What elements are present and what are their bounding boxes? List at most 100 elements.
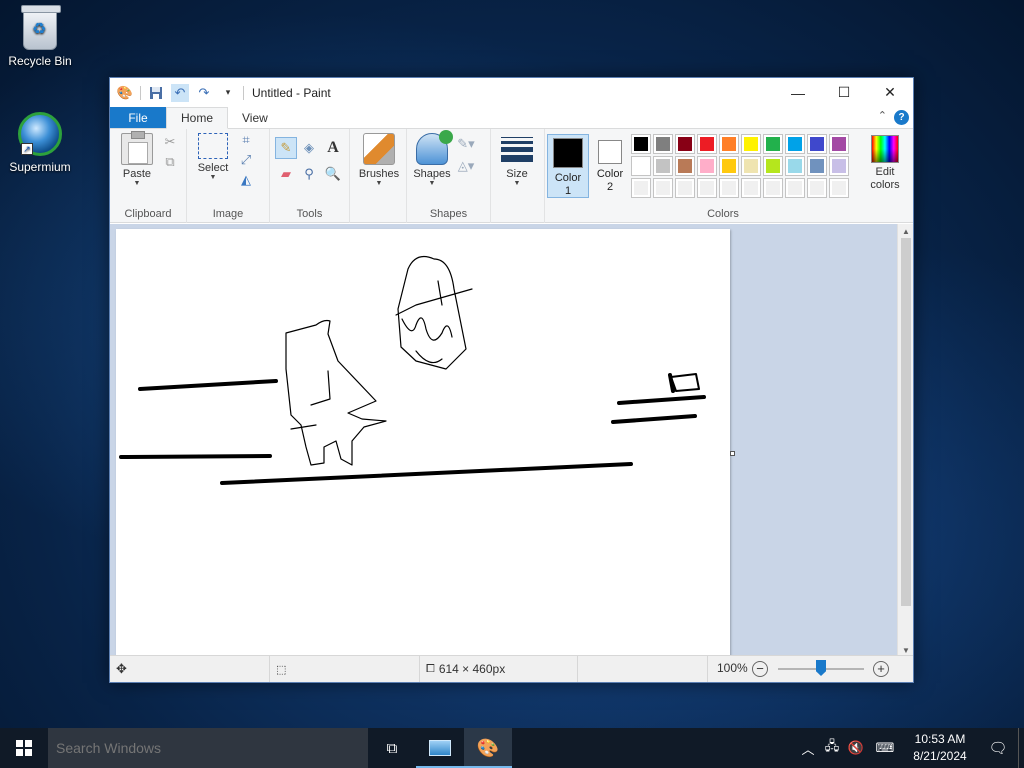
quick-access-toolbar: 🎨 ↶ ↷ ▾ [116, 83, 237, 102]
show-desktop-button[interactable] [1018, 728, 1024, 768]
palette-swatch[interactable] [807, 134, 827, 154]
clock[interactable]: 10:53 AM 8/21/2024 [902, 731, 978, 765]
taskbar-app-paint[interactable]: 🎨 [464, 728, 512, 768]
palette-swatch-empty[interactable] [631, 178, 651, 198]
minimize-button[interactable]: — [775, 78, 821, 107]
taskbar: ⧉ 🎨 ︿ 🖧 🔇 ⌨ 10:53 AM 8/21/2024 🗨 [0, 728, 1024, 768]
start-button[interactable] [0, 728, 48, 768]
desktop-icon-supermium[interactable]: ↗ Supermium [0, 112, 80, 174]
taskbar-app-control-panel[interactable] [416, 728, 464, 768]
brushes-button[interactable]: Brushes ▼ [354, 133, 404, 188]
palette-swatch[interactable] [631, 134, 651, 154]
color-2-button[interactable]: Color 2 [589, 134, 631, 198]
swatch-color [700, 181, 714, 195]
palette-swatch-empty[interactable] [653, 178, 673, 198]
scroll-up-icon[interactable]: ▲ [898, 224, 914, 238]
brushes-label: Brushes [358, 168, 400, 180]
palette-swatch[interactable] [763, 134, 783, 154]
crop-icon[interactable]: ⌗ [237, 131, 255, 149]
task-view-icon: ⧉ [386, 739, 398, 757]
selection-size: ⬚ [270, 656, 420, 682]
palette-swatch-empty[interactable] [785, 178, 805, 198]
zoom-slider-thumb[interactable] [816, 660, 826, 676]
fill-icon[interactable]: ◈ [300, 139, 318, 157]
select-button[interactable]: Select ▼ [193, 133, 233, 182]
palette-swatch[interactable] [719, 156, 739, 176]
tab-home[interactable]: Home [166, 107, 229, 129]
pencil-icon[interactable]: ✎ [275, 137, 297, 159]
palette-swatch[interactable] [741, 156, 761, 176]
paste-button[interactable]: Paste ▼ [118, 131, 156, 188]
swatch-color [810, 137, 824, 151]
eraser-icon[interactable]: ▰ [277, 165, 295, 183]
recycle-bin-icon [21, 5, 61, 50]
palette-swatch[interactable] [675, 134, 695, 154]
save-icon[interactable] [147, 84, 165, 102]
outline-icon[interactable]: ✎▾ [457, 135, 475, 153]
shapes-button[interactable]: Shapes ▼ [411, 130, 453, 188]
close-button[interactable]: ✕ [867, 78, 913, 107]
magnifier-icon[interactable]: 🔍 [324, 165, 342, 183]
size-button[interactable]: Size ▼ [495, 133, 539, 188]
palette-swatch[interactable] [829, 156, 849, 176]
edit-colors-button[interactable]: Edit colors [863, 134, 907, 192]
color-picker-icon[interactable]: ⚲ [300, 165, 318, 183]
tab-file[interactable]: File [110, 107, 166, 128]
show-hidden-icons-chevron-icon[interactable]: ︿ [796, 739, 820, 758]
resize-icon[interactable]: ⤢ [237, 151, 255, 169]
paint-window: 🎨 ↶ ↷ ▾ Untitled - Paint — ☐ ✕ File Home… [109, 77, 914, 683]
palette-swatch-empty[interactable] [675, 178, 695, 198]
palette-swatch-empty[interactable] [807, 178, 827, 198]
customize-dropdown-icon[interactable]: ▾ [219, 84, 237, 102]
palette-swatch[interactable] [741, 134, 761, 154]
copy-icon[interactable]: ⧉ [161, 153, 179, 171]
zoom-out-icon[interactable]: − [752, 661, 768, 677]
swatch-color [634, 181, 648, 195]
collapse-ribbon-icon[interactable]: ⌃ [878, 109, 887, 122]
palette-swatch-empty[interactable] [741, 178, 761, 198]
scrollbar-thumb[interactable] [901, 238, 911, 606]
desktop-icon-recycle-bin[interactable]: Recycle Bin [0, 5, 80, 68]
clock-time: 10:53 AM [914, 732, 966, 746]
colors-group: Color 1 Color 2 Edit colors Colors [545, 129, 901, 223]
palette-swatch[interactable] [829, 134, 849, 154]
rotate-icon[interactable]: ◭ [237, 171, 255, 189]
paint-app-icon[interactable]: 🎨 [116, 84, 134, 102]
brushes-group: Brushes ▼ [350, 129, 407, 223]
network-icon[interactable]: 🖧 [820, 737, 844, 759]
task-view-button[interactable]: ⧉ [368, 728, 416, 768]
keyboard-icon[interactable]: ⌨ [868, 740, 902, 756]
palette-swatch[interactable] [719, 134, 739, 154]
palette-swatch[interactable] [697, 134, 717, 154]
drawing-canvas[interactable] [116, 229, 730, 657]
palette-swatch-empty[interactable] [719, 178, 739, 198]
redo-icon[interactable]: ↷ [195, 84, 213, 102]
cut-icon[interactable]: ✂ [161, 133, 179, 151]
palette-swatch[interactable] [675, 156, 695, 176]
palette-swatch[interactable] [631, 156, 651, 176]
fill-shape-icon[interactable]: ◬▾ [457, 157, 475, 175]
color-1-button[interactable]: Color 1 [547, 134, 589, 198]
palette-swatch[interactable] [807, 156, 827, 176]
zoom-in-icon[interactable]: + [873, 661, 889, 677]
palette-swatch-empty[interactable] [763, 178, 783, 198]
help-icon[interactable]: ? [894, 110, 909, 125]
palette-swatch[interactable] [653, 134, 673, 154]
palette-swatch-empty[interactable] [697, 178, 717, 198]
palette-swatch-empty[interactable] [829, 178, 849, 198]
palette-swatch[interactable] [763, 156, 783, 176]
vertical-scrollbar[interactable]: ▲ ▼ [897, 224, 913, 657]
palette-swatch[interactable] [785, 134, 805, 154]
palette-swatch[interactable] [653, 156, 673, 176]
action-center-icon[interactable]: 🗨 [978, 728, 1018, 768]
maximize-button[interactable]: ☐ [821, 78, 867, 107]
canvas-resize-handle[interactable] [730, 451, 735, 456]
palette-swatch[interactable] [785, 156, 805, 176]
tab-view[interactable]: View [228, 107, 282, 128]
palette-swatch[interactable] [697, 156, 717, 176]
taskbar-search-input[interactable] [48, 728, 368, 768]
volume-muted-icon[interactable]: 🔇 [844, 740, 868, 756]
text-icon[interactable]: A [324, 139, 342, 157]
undo-icon[interactable]: ↶ [171, 83, 189, 102]
paste-icon [121, 131, 153, 165]
